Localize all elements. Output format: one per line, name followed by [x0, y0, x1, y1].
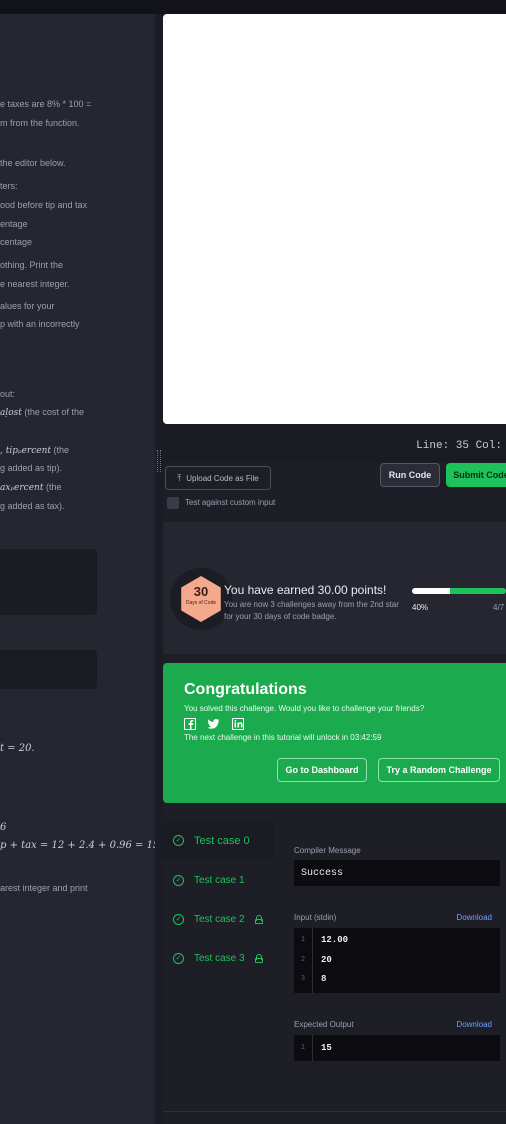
upload-code-button[interactable]: ⤒ Upload Code as File — [165, 466, 271, 490]
problem-text-line: centage — [0, 237, 33, 247]
divider — [163, 1111, 506, 1112]
results-header — [163, 522, 506, 562]
test-case-label: Test case 2 — [194, 914, 245, 925]
stdin-line: 12.00 — [321, 935, 349, 945]
problem-text-line: arest integer and print — [0, 883, 88, 893]
sample-input-box — [0, 549, 97, 615]
upload-code-label: Upload Code as File — [186, 473, 259, 483]
math-six: 6 — [0, 822, 7, 833]
top-bar — [0, 0, 506, 14]
twitter-icon[interactable] — [207, 718, 220, 730]
code-editor[interactable] — [163, 14, 506, 424]
go-to-dashboard-button[interactable]: Go to Dashboard — [277, 758, 367, 782]
progress-remaining — [449, 588, 506, 594]
input-tax-percent: axₚercent (the — [0, 482, 62, 493]
tab-test-case-1[interactable]: ✓ Test case 1 — [163, 862, 274, 900]
custom-input-label[interactable]: Test against custom input — [185, 498, 275, 507]
linkedin-icon[interactable] — [232, 718, 244, 730]
problem-text-line: m from the function. — [0, 118, 80, 128]
congrats-title: Congratulations — [184, 681, 307, 698]
points-earned-card: 30 Days of Code You have earned 30.00 po… — [163, 562, 506, 654]
math-total: p + tax = 12 + 2.4 + 0.96 = 15.36 — [0, 840, 155, 851]
progress-fraction: 4/7 — [493, 603, 505, 612]
problem-text-line: e taxes are 8% * 100 = — [0, 99, 92, 109]
math-example-tax: t = 20. — [0, 743, 35, 754]
problem-text-line: e nearest integer. — [0, 279, 70, 289]
expected-output-label: Expected Output — [294, 1020, 354, 1029]
congrats-message: You solved this challenge. Would you lik… — [184, 704, 425, 713]
points-title: You have earned 30.00 points! — [224, 583, 387, 597]
check-circle-icon: ✓ — [173, 953, 184, 964]
stdin-box: 1 12.00 2 20 3 8 — [294, 928, 500, 993]
check-circle-icon: ✓ — [173, 875, 184, 886]
check-circle-icon: ✓ — [173, 914, 184, 925]
sample-output-box — [0, 650, 97, 689]
progress-percent: 40% — [412, 603, 429, 612]
math-tax-percent: axₚercent — [0, 483, 44, 493]
badge-number: 30 — [193, 584, 209, 599]
badge-progress-bar — [412, 588, 506, 594]
compiler-message-box: Success — [294, 860, 500, 886]
problem-text-line: ters: — [0, 181, 18, 191]
editor-panel: Line: 35 Col: ⤒ Upload Code as File Run … — [163, 14, 506, 1124]
problem-statement-panel: e taxes are 8% * 100 = m from the functi… — [0, 14, 155, 1124]
custom-input-checkbox[interactable] — [167, 497, 179, 509]
upload-arrow-icon: ⤒ — [177, 472, 182, 483]
input-tip-percent: , tipₚercent (the — [0, 445, 70, 456]
problem-text-line: the editor below. — [0, 158, 66, 168]
cursor-position: Line: 35 Col: — [416, 440, 502, 452]
download-expected-link[interactable]: Download — [456, 1020, 492, 1029]
progress-fill — [412, 588, 450, 594]
problem-text-line: entage — [0, 219, 28, 229]
stdin-line: 8 — [321, 974, 327, 984]
test-case-label: Test case 1 — [194, 875, 245, 886]
tab-test-case-3[interactable]: ✓ Test case 3 — [163, 940, 274, 978]
test-case-label: Test case 0 — [194, 835, 250, 847]
problem-text-line: g added as tax). — [0, 501, 65, 511]
problem-text-line: out: — [0, 389, 16, 399]
editor-status-bar: Line: 35 Col: — [163, 424, 506, 462]
problem-text-line: ood before tip and tax — [0, 200, 88, 210]
facebook-icon[interactable] — [184, 718, 196, 730]
expected-line: 15 — [321, 1043, 332, 1053]
download-input-link[interactable]: Download — [456, 913, 492, 922]
drag-handle-icon[interactable] — [157, 450, 161, 472]
problem-text-line: othing. Print the — [0, 260, 64, 270]
math-meal-cost: aḷost — [0, 408, 22, 418]
check-circle-icon: ✓ — [173, 835, 184, 846]
test-case-label: Test case 3 — [194, 953, 245, 964]
next-challenge-unlock: The next challenge in this tutorial will… — [184, 733, 382, 742]
congratulations-banner: Congratulations You solved this challeng… — [163, 663, 506, 803]
stdin-line: 20 — [321, 955, 332, 965]
test-case-list: ✓ Test case 0 ✓ Test case 1 ✓ Test case … — [163, 822, 274, 1002]
lock-icon — [255, 915, 263, 924]
lock-icon — [255, 954, 263, 963]
compiler-message-label: Compiler Message — [294, 846, 361, 855]
expected-output-box: 1 15 — [294, 1035, 500, 1061]
run-code-button[interactable]: Run Code — [380, 463, 440, 487]
math-tip-percent: , tipₚercent — [0, 446, 51, 456]
input-label: Input (stdin) — [294, 913, 337, 922]
tab-test-case-2[interactable]: ✓ Test case 2 — [163, 901, 274, 939]
panel-splitter[interactable] — [155, 14, 163, 1124]
input-meal-cost: aḷost (the cost of the — [0, 407, 84, 418]
points-subtitle: You are now 3 challenges away from the 2… — [224, 600, 399, 621]
problem-text-line: p with an incorrectly — [0, 319, 80, 329]
random-challenge-button[interactable]: Try a Random Challenge — [378, 758, 500, 782]
problem-text-line: alues for your — [0, 301, 55, 311]
tab-test-case-0[interactable]: ✓ Test case 0 — [163, 822, 274, 860]
submit-code-button[interactable]: Submit Code — [446, 463, 506, 487]
badge-text: Days of Code — [185, 600, 217, 606]
compiler-message-value: Success — [301, 868, 344, 879]
problem-text-line: g added as tip). — [0, 463, 63, 473]
